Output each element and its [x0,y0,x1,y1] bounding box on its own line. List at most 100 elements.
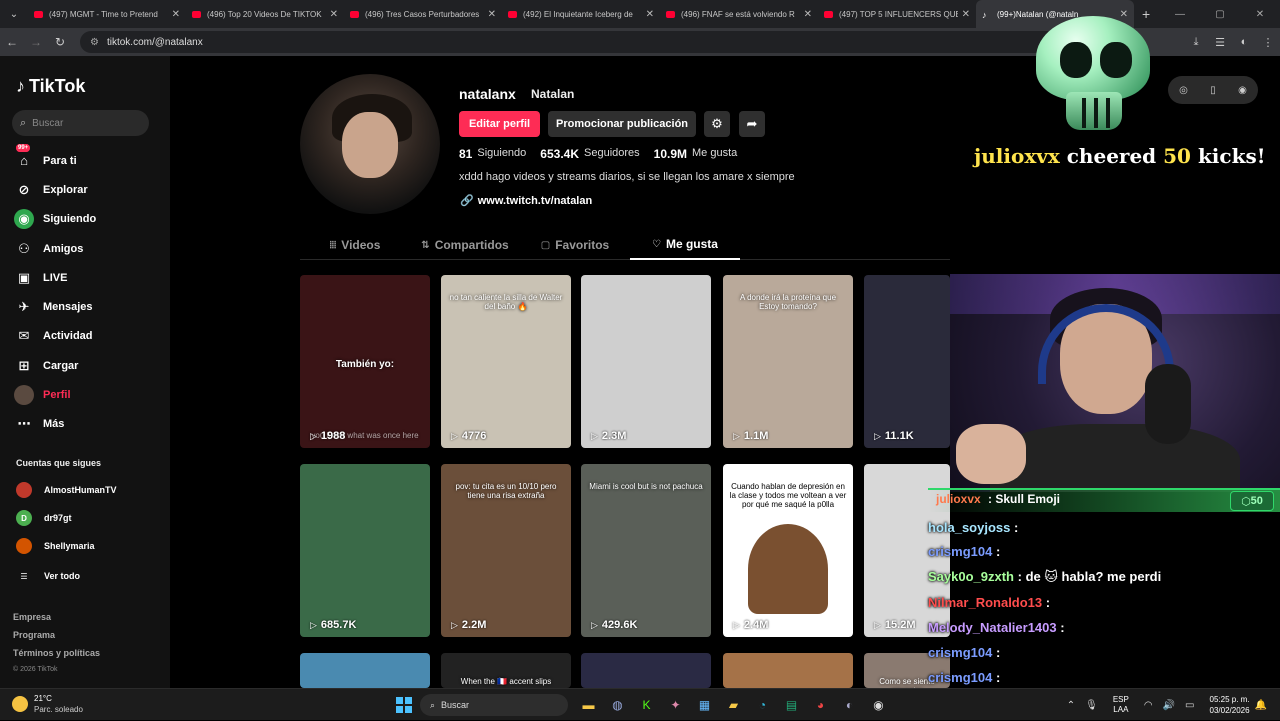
close-window-button[interactable]: ✕ [1240,9,1280,20]
wifi-icon[interactable]: ◠ [1144,700,1153,711]
volume-icon[interactable]: 🔊 [1163,700,1175,711]
profile-avatar[interactable] [300,74,440,214]
sidebar-item-actividad[interactable]: ✉ 99+ Actividad [14,144,96,351]
video-thumbnail[interactable]: When the 🇫🇷 accent slips [441,653,571,688]
followed-account[interactable]: Ddr97gt [16,510,72,526]
close-tab-icon[interactable]: ✕ [962,9,970,20]
store-icon[interactable]: ▦ [690,693,719,717]
tab-search-button[interactable]: ⌄ [0,0,28,28]
playlist-icon[interactable]: ☰ [1208,36,1232,49]
followed-account[interactable]: Shellymaria [16,538,95,554]
tab-favoritos[interactable]: ▢ Favoritos [520,230,630,260]
video-thumbnail[interactable]: pov: tu cita es un 10/10 pero tiene una … [441,464,571,637]
maximize-button[interactable]: ▢ [1200,9,1240,20]
browser-tab[interactable]: (496) Top 20 Videos De TIKTOK ✕ [186,0,344,28]
sidebar-item-live[interactable]: ▣ LIVE [14,263,96,292]
forward-button[interactable]: → [24,35,48,49]
edit-profile-button[interactable]: Editar perfil [459,111,540,137]
profile-link[interactable]: 🔗 www.twitch.tv/natalan [460,194,592,207]
followers-count[interactable]: 653.4K [540,147,579,161]
folder-icon[interactable]: ▰ [719,693,748,717]
link-icon: 🔗 [460,195,474,207]
menu-icon[interactable]: ⋮ [1256,36,1280,49]
tab-videos[interactable]: ⦙⦙⦙ Videos [300,230,410,260]
weather-widget[interactable]: 21°C Parc. soleado [12,693,83,715]
sidebar-item-explorar[interactable]: ⊘ Explorar [14,175,96,204]
close-tab-icon[interactable]: ✕ [488,9,496,20]
user-avatar-icon[interactable]: ◉ [1238,85,1247,96]
video-caption: También yo: [335,359,395,370]
close-tab-icon[interactable]: ✕ [172,9,180,20]
xbox-icon[interactable]: ◍ [603,693,632,717]
steam-icon[interactable]: ◐ [835,693,864,717]
notifications-icon[interactable]: 🔔 [1255,700,1267,711]
site-info-icon[interactable]: ⚙ [90,37,99,48]
chevron-up-icon[interactable]: ⌃ [1067,700,1075,711]
sidebar-item-perfil[interactable]: ● Perfil [14,380,96,409]
chrome-icon[interactable]: ◕ [806,693,835,717]
video-thumbnail[interactable]: Cuando hablan de depresión en la clase y… [723,464,853,637]
video-thumbnail[interactable]: ▷ 2.3M [581,275,711,448]
browser-tab[interactable]: (497) TOP 5 INFLUENCERS QUE ✕ [818,0,976,28]
settings-gear-icon[interactable]: ⚙ [704,111,730,137]
downloads-icon[interactable]: ⤓ [1184,36,1208,49]
kick-app-icon[interactable]: K [632,693,661,717]
video-thumbnail[interactable]: También yo: you know what was once here ▷ 1… [300,275,430,448]
see-all-link[interactable]: ☰ Ver todo [16,568,80,584]
compass-icon[interactable]: ◎ [1179,85,1188,96]
following-count[interactable]: 81 [459,147,472,161]
search-input[interactable]: ⌕ Buscar [12,110,149,136]
profile-icon[interactable]: ◐ [1232,36,1256,48]
video-thumbnail[interactable]: A donde irá la proteína que Estoy tomand… [723,275,853,448]
tab-label: Favoritos [555,238,610,252]
video-thumbnail[interactable] [581,653,711,688]
tab-me-gusta[interactable]: ♡ Me gusta [630,230,740,260]
tiktok-logo[interactable]: ♪ TikTok [16,76,85,97]
browser-tab[interactable]: (497) MGMT - Time to Pretend ✕ [28,0,186,28]
close-tab-icon[interactable]: ✕ [330,9,338,20]
sidebar-nav: ⌂ Para ti ⊘ Explorar ◉ Siguiendo ⚇ Amigos ▣ LIVE ✈… [14,144,96,439]
browser-tab[interactable]: (496) Tres Casos Perturbadores ✕ [344,0,502,28]
taskbar-search[interactable]: ⌕ Buscar [420,694,568,716]
minimize-button[interactable]: — [1160,9,1200,20]
windows-start-icon[interactable] [396,697,412,713]
battery-icon[interactable]: ▭ [1185,700,1194,711]
language-indicator[interactable]: ESP LAA [1113,695,1129,715]
followed-account[interactable]: AlmostHumanTV [16,482,117,498]
browser-tab[interactable]: (492) El Inquietante Iceberg de ✕ [502,0,660,28]
sidebar-item-amigos[interactable]: ⚇ Amigos [14,234,96,263]
footer-link-program[interactable]: Programa [13,630,100,648]
reload-button[interactable]: ↻ [48,35,72,49]
clock[interactable]: 05:25 p. m. 03/02/2026 [1210,694,1250,716]
close-tab-icon[interactable]: ✕ [646,9,654,20]
edge-icon[interactable]: ◔ [748,693,777,717]
tab-compartidos[interactable]: ⇅ Compartidos [410,230,520,260]
video-thumbnail[interactable]: Miami is cool but is not pachuca ▷ 429.6K [581,464,711,637]
microphone-icon[interactable]: 🎙 [1085,700,1098,711]
chat-username: Nilmar_Ronaldo13 [928,595,1043,610]
video-thumbnail[interactable]: ▷ 11.1K [864,275,950,448]
obs-icon[interactable]: ◉ [864,693,893,717]
file-explorer-icon[interactable]: ▬ [574,693,603,717]
device-icon[interactable]: ▯ [1210,85,1216,96]
browser-tab[interactable]: (496) FNAF se está volviendo R ✕ [660,0,818,28]
footer-link-terms[interactable]: Términos y políticas [13,648,100,666]
video-thumbnail[interactable]: no tan caliente la silla de Walter del b… [441,275,571,448]
copilot-icon[interactable]: ✦ [661,693,690,717]
video-thumbnail[interactable]: ▷ 685.7K [300,464,430,637]
sidebar-item-siguiendo[interactable]: ◉ Siguiendo [14,205,96,234]
view-count: ▷ 4776 [451,430,487,442]
sidebar-item-cargar[interactable]: ⊞ Cargar [14,351,96,380]
promote-post-button[interactable]: Promocionar publicación [548,111,696,137]
video-thumbnail[interactable] [723,653,853,688]
excel-icon[interactable]: ▤ [777,693,806,717]
footer-link-company[interactable]: Empresa [13,612,100,630]
close-tab-icon[interactable]: ✕ [804,9,812,20]
back-button[interactable]: ← [0,35,24,49]
sidebar-item-mensajes[interactable]: ✈ 99+ Mensajes [14,144,96,321]
share-icon[interactable]: ➦ [739,111,765,137]
url-field[interactable]: ⚙ tiktok.com/@natalanx [80,31,1120,53]
sidebar-item-más[interactable]: ⋯ Más [14,410,96,439]
video-thumbnail[interactable] [300,653,430,688]
copyright: © 2026 TikTok [13,666,58,673]
